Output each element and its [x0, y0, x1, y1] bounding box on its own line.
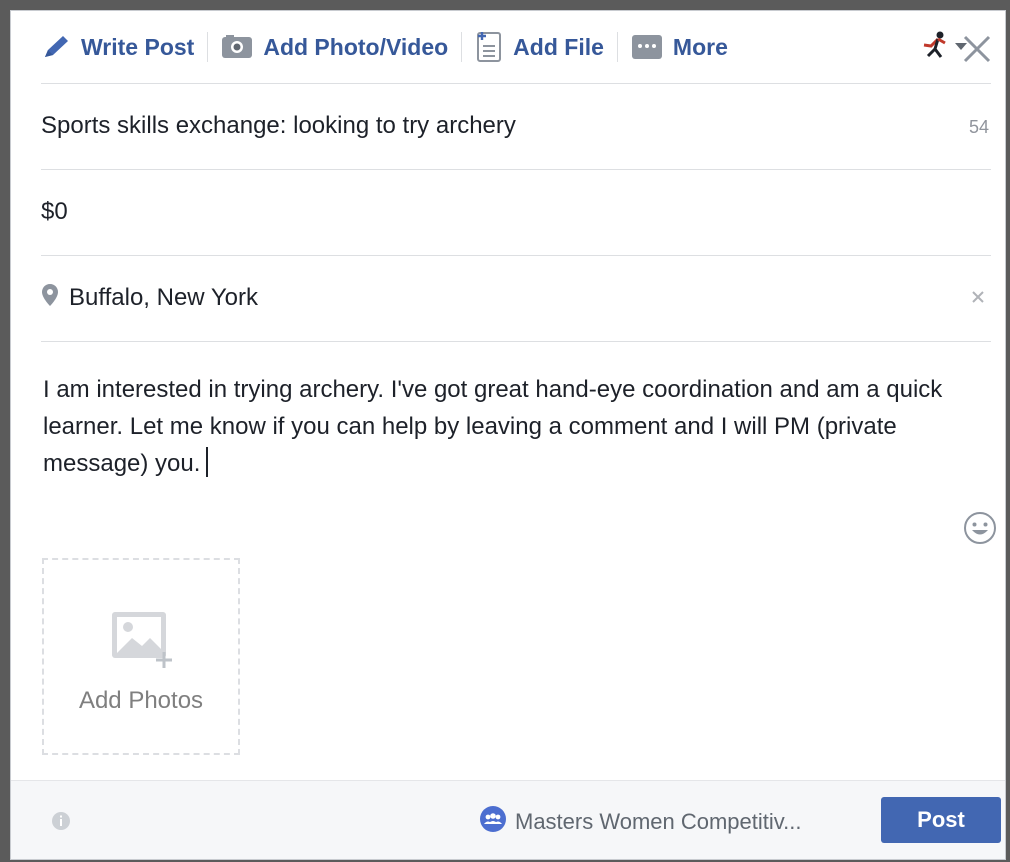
more-label: More — [672, 33, 728, 60]
title-input[interactable]: Sports skills exchange: looking to try a… — [41, 112, 516, 140]
title-row[interactable]: Sports skills exchange: looking to try a… — [41, 83, 991, 170]
write-post-label: Write Post — [81, 33, 195, 60]
add-photo-icon — [108, 608, 174, 673]
camera-icon — [221, 34, 253, 60]
file-icon — [475, 31, 503, 63]
add-photos-label: Add Photos — [78, 687, 204, 714]
price-input[interactable]: $0 — [41, 198, 68, 226]
add-file-label: Add File — [513, 33, 604, 60]
price-row[interactable]: $0 — [41, 169, 991, 256]
more-icon — [631, 33, 663, 61]
info-icon[interactable] — [51, 811, 71, 836]
write-post-tab[interactable]: Write Post — [41, 33, 194, 61]
close-button[interactable] — [957, 29, 997, 69]
clear-location-button[interactable] — [971, 290, 985, 309]
add-photos-button[interactable]: Add Photos — [42, 558, 240, 755]
more-tab[interactable]: More — [631, 33, 728, 61]
composer-dialog: Write Post Add Photo/Video Add File More… — [10, 10, 1006, 860]
description-textarea[interactable]: I am interested in trying archery. I've … — [43, 371, 943, 482]
add-photo-video-label: Add Photo/Video — [263, 33, 449, 60]
text-cursor — [206, 447, 209, 477]
close-icon — [957, 35, 997, 73]
description-text: I am interested in trying archery. I've … — [43, 376, 943, 477]
divider — [41, 341, 991, 342]
post-button[interactable]: Post — [881, 797, 1001, 843]
group-name: Masters Women Competitiv... — [515, 809, 802, 834]
toolbar-divider — [461, 32, 463, 62]
emoji-icon — [963, 512, 997, 549]
add-photo-video-tab[interactable]: Add Photo/Video — [221, 34, 448, 61]
composer-toolbar: Write Post Add Photo/Video Add File More — [11, 11, 1005, 83]
toolbar-divider — [616, 32, 618, 62]
add-file-tab[interactable]: Add File — [475, 31, 604, 63]
location-input[interactable]: Buffalo, New York — [69, 284, 258, 312]
location-row[interactable]: Buffalo, New York — [41, 255, 991, 342]
toolbar-divider — [207, 32, 209, 62]
group-selector[interactable]: Masters Women Competitiv... — [479, 805, 801, 839]
title-char-counter: 54 — [968, 117, 989, 137]
pencil-icon — [41, 33, 71, 61]
location-pin-icon — [41, 283, 59, 312]
clear-icon — [971, 291, 985, 308]
runner-icon — [919, 30, 951, 65]
emoji-button[interactable] — [963, 511, 997, 545]
group-icon — [479, 805, 507, 839]
composer-footer: Masters Women Competitiv... Post — [11, 780, 1005, 859]
